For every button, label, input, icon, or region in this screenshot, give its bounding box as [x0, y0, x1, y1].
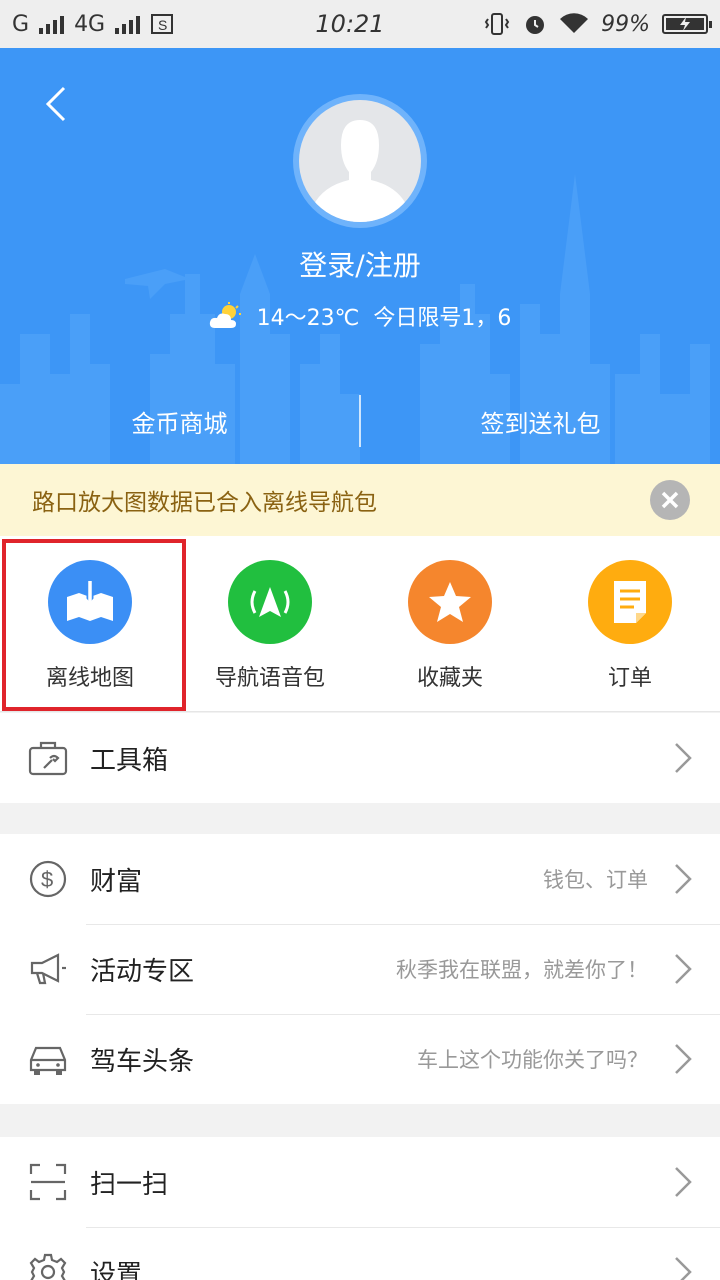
chevron-right-icon — [675, 1167, 692, 1197]
settings-icon — [28, 1252, 68, 1280]
signin-gift-button[interactable]: 签到送礼包 — [361, 404, 720, 439]
row-title: 扫一扫 — [90, 1169, 169, 1200]
coin-mall-button[interactable]: 金币商城 — [0, 404, 359, 439]
megaphone-icon — [28, 949, 68, 989]
wifi-icon — [560, 13, 589, 33]
toolbox-icon — [28, 738, 68, 778]
toolbox-row[interactable]: 工具箱 — [0, 713, 720, 803]
star-icon — [408, 560, 492, 644]
order-icon — [588, 560, 672, 644]
profile-header: 登录/注册 14～23℃ 今日限号1，6 金币商城 签到送礼包 — [0, 48, 720, 464]
traffic-restriction: 今日限号1，6 — [373, 306, 512, 331]
events-row[interactable]: 活动专区 秋季我在联盟，就差你了！ — [0, 924, 720, 1014]
weather-info: 14～23℃ 今日限号1，6 — [0, 300, 720, 332]
quick-item-favorites[interactable]: 收藏夹 — [360, 536, 540, 712]
partly-cloudy-icon — [209, 302, 241, 328]
back-icon[interactable] — [38, 84, 78, 124]
status-bar: G 4G S 10:21 99% — [0, 0, 720, 48]
network-label: 4G — [74, 11, 106, 37]
carrier-label: G — [12, 11, 30, 37]
highlight-box — [2, 539, 186, 711]
close-icon — [661, 491, 679, 509]
row-title: 设置 — [90, 1259, 143, 1280]
signal-icon — [39, 14, 65, 34]
quick-item-offline-map[interactable]: 离线地图 — [0, 536, 186, 712]
chevron-right-icon — [675, 1044, 692, 1074]
quick-item-label: 订单 — [607, 666, 652, 691]
voice-pack-icon — [228, 560, 312, 644]
chevron-right-icon — [675, 1257, 692, 1280]
quick-item-orders[interactable]: 订单 — [540, 536, 720, 712]
row-title: 财富 — [90, 866, 143, 897]
clock: 10:21 — [315, 10, 385, 38]
default-user-icon — [313, 120, 407, 222]
svg-text:S: S — [158, 17, 167, 33]
row-subtitle: 秋季我在联盟，就差你了！ — [396, 958, 648, 982]
vibrate-icon — [484, 13, 510, 35]
wealth-row[interactable]: $ 财富 钱包、订单 — [0, 834, 720, 924]
alarm-icon — [526, 16, 545, 34]
avatar[interactable] — [293, 94, 427, 228]
scan-row[interactable]: 扫一扫 — [0, 1137, 720, 1227]
login-register-link[interactable]: 登录/注册 — [0, 244, 720, 284]
chevron-right-icon — [675, 954, 692, 984]
quick-item-voice-pack[interactable]: 导航语音包 — [180, 536, 360, 712]
row-subtitle: 车上这个功能你关了吗？ — [417, 1048, 648, 1072]
weather-temperature: 14～23℃ — [256, 306, 360, 331]
close-notice-button[interactable] — [650, 480, 690, 520]
dollar-icon: $ — [28, 859, 68, 899]
utilities-group: 扫一扫 设置 — [0, 1137, 720, 1280]
car-icon — [28, 1039, 68, 1079]
row-title: 活动专区 — [90, 956, 195, 987]
toolbox-group: 工具箱 — [0, 713, 720, 803]
svg-text:$: $ — [41, 867, 53, 892]
row-title: 驾车头条 — [90, 1046, 195, 1077]
row-subtitle: 钱包、订单 — [543, 868, 648, 892]
quick-item-label: 收藏夹 — [416, 666, 483, 691]
settings-row[interactable]: 设置 — [0, 1227, 720, 1280]
row-title: 工具箱 — [90, 745, 169, 776]
services-group: $ 财富 钱包、订单 活动专区 秋季我在联盟，就差你了！ 驾车头条 车上这个功能… — [0, 834, 720, 1104]
chevron-right-icon — [675, 864, 692, 894]
signal-icon-2 — [115, 14, 141, 34]
quick-actions: 离线地图 导航语音包 收藏夹 订单 — [0, 536, 720, 712]
battery-percent: 99% — [601, 11, 650, 37]
notice-banner: 路口放大图数据已合入离线导航包 — [0, 464, 720, 536]
chevron-right-icon — [675, 743, 692, 773]
notice-text: 路口放大图数据已合入离线导航包 — [32, 490, 377, 516]
header-actions: 金币商城 签到送礼包 — [0, 386, 720, 456]
quick-item-label: 导航语音包 — [214, 666, 325, 691]
driving-news-row[interactable]: 驾车头条 车上这个功能你关了吗？ — [0, 1014, 720, 1104]
scan-icon — [28, 1162, 68, 1202]
battery-icon — [662, 14, 712, 34]
sim-icon: S — [151, 14, 174, 34]
